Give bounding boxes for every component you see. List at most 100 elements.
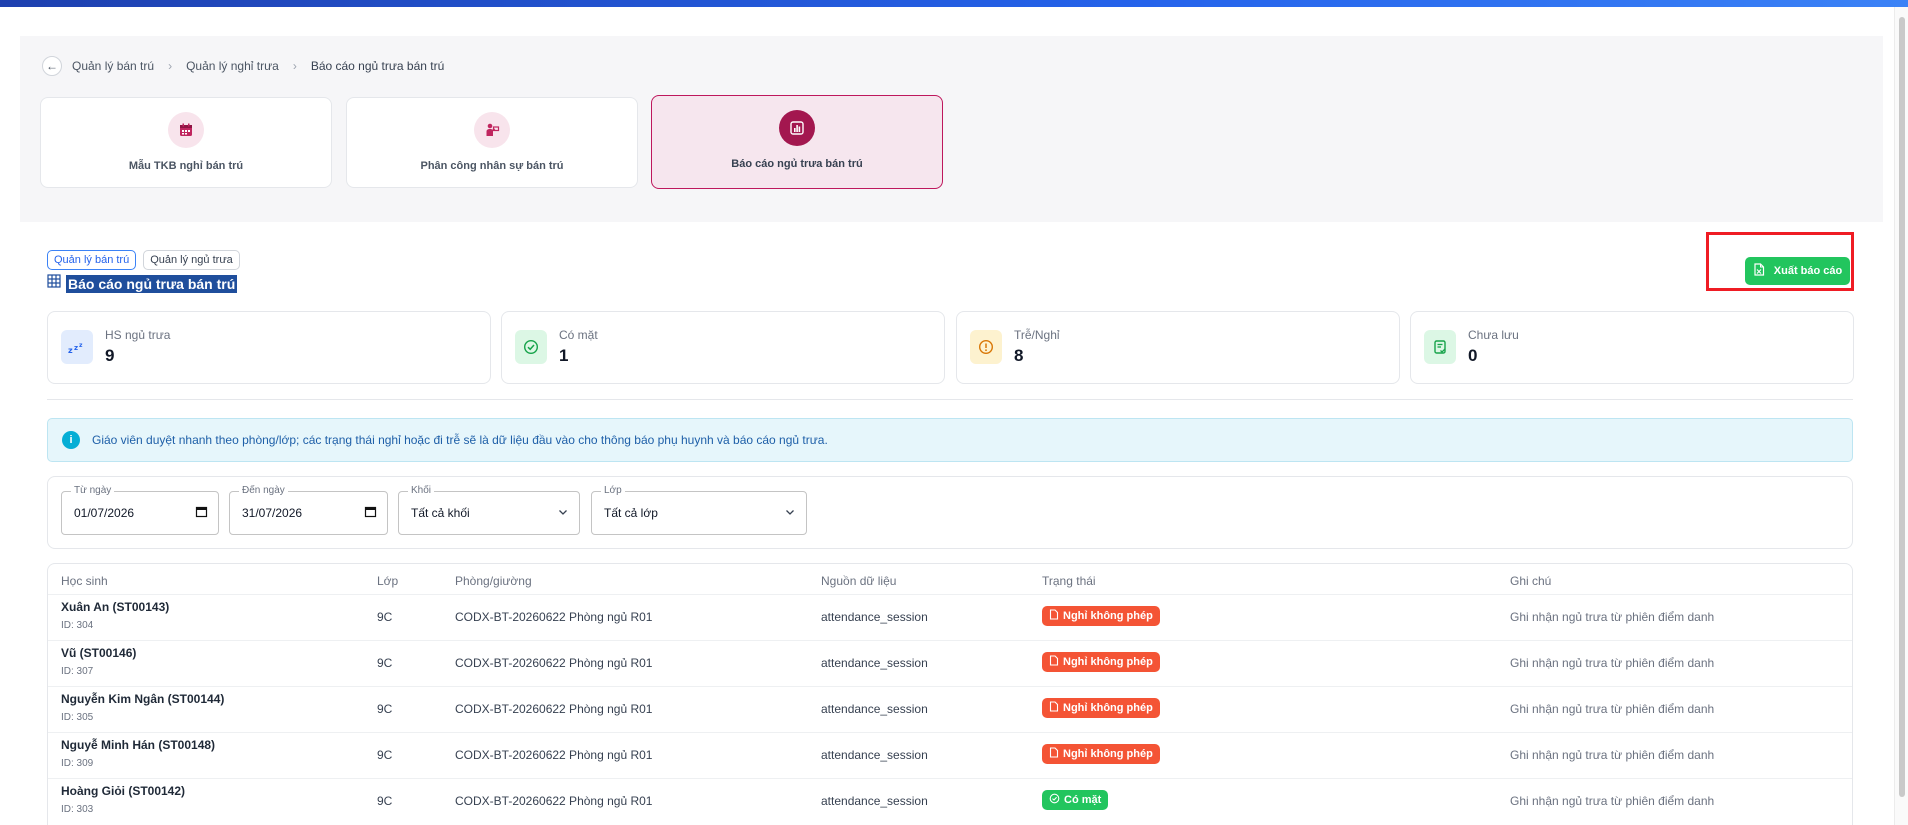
- field-label: Khối: [408, 485, 435, 496]
- room-cell: CODX-BT-20260622 Phòng ngủ R01: [455, 702, 653, 716]
- page-title: Báo cáo ngủ trưa bán trú: [47, 274, 238, 293]
- breadcrumb-item-nap[interactable]: Quản lý nghỉ trưa: [186, 59, 279, 73]
- column-header-student[interactable]: Học sinh: [61, 574, 108, 588]
- top-accent-bar: [0, 0, 1908, 7]
- room-cell: CODX-BT-20260622 Phòng ngủ R01: [455, 794, 653, 808]
- student-id: ID: 304: [61, 620, 94, 631]
- table-row[interactable]: Nguyễn Kim Ngân (ST00144) ID: 305 9C COD…: [48, 686, 1852, 732]
- column-header-note[interactable]: Ghi chú: [1510, 574, 1551, 588]
- source-cell: attendance_session: [821, 656, 928, 670]
- student-name: Hoàng Giỏi (ST00142): [61, 784, 186, 798]
- stat-label: Trễ/Nghỉ: [1014, 328, 1060, 342]
- from-date-field[interactable]: Từ ngày 01/07/2026: [61, 485, 219, 535]
- stat-card-unsaved: Chưa lưu 0: [1410, 311, 1854, 384]
- tab-label: Mẫu TKB nghỉ bán trú: [128, 160, 244, 172]
- scrollbar-thumb[interactable]: [1899, 17, 1905, 797]
- page-scrollbar[interactable]: [1894, 7, 1908, 825]
- svg-text:z: z: [68, 346, 73, 354]
- field-value: 01/07/2026: [74, 506, 135, 520]
- category-tags: Quản lý bán trú Quản lý ngủ trưa: [47, 250, 240, 270]
- stat-label: HS ngủ trưa: [105, 328, 171, 342]
- note-cell: Ghi nhận ngủ trưa từ phiên điểm danh: [1510, 794, 1715, 808]
- stat-card-late-absent: Trễ/Nghỉ 8: [956, 311, 1400, 384]
- source-cell: attendance_session: [821, 748, 928, 762]
- calendar-picker-icon[interactable]: [195, 505, 208, 523]
- note-cell: Ghi nhận ngủ trưa từ phiên điểm danh: [1510, 748, 1715, 762]
- grade-select[interactable]: Khối Tất cả khối: [398, 485, 580, 535]
- nap-report-table: Học sinh Lớp Phòng/giường Nguồn dữ liệu …: [47, 563, 1853, 825]
- status-badge: Nghỉ không phép: [1042, 698, 1160, 718]
- student-id: ID: 307: [61, 666, 94, 677]
- chevron-down-icon: [784, 505, 796, 523]
- tab-nap-report[interactable]: Báo cáo ngủ trưa bán trú: [651, 95, 943, 189]
- status-text: Nghỉ không phép: [1063, 656, 1153, 668]
- class-cell: 9C: [377, 610, 393, 624]
- table-row[interactable]: Xuân An (ST00143) ID: 304 9C CODX-BT-202…: [48, 594, 1852, 640]
- unsaved-doc-icon: [1424, 330, 1456, 364]
- column-header-class[interactable]: Lớp: [377, 574, 398, 588]
- tab-nap-schedule-template[interactable]: Mẫu TKB nghỉ bán trú: [40, 97, 332, 188]
- field-value: 31/07/2026: [242, 506, 303, 520]
- section-divider: [47, 399, 1853, 400]
- student-id: ID: 305: [61, 712, 94, 723]
- student-name: Vũ (ST00146): [61, 646, 137, 660]
- class-cell: 9C: [377, 794, 393, 808]
- field-label: Từ ngày: [71, 485, 115, 496]
- status-text: Có mặt: [1064, 794, 1102, 806]
- tab-label: Báo cáo ngủ trưa bán trú: [731, 158, 863, 170]
- breadcrumb-item-residential[interactable]: Quản lý bán trú: [72, 59, 154, 73]
- student-name: Xuân An (ST00143): [61, 600, 170, 614]
- class-select[interactable]: Lớp Tất cả lớp: [591, 485, 807, 535]
- status-badge: Nghỉ không phép: [1042, 652, 1160, 672]
- class-cell: 9C: [377, 748, 393, 762]
- status-text: Nghỉ không phép: [1063, 610, 1153, 622]
- breadcrumb-item-current: Báo cáo ngủ trưa bán trú: [310, 59, 445, 73]
- stat-value: 9: [105, 346, 115, 365]
- source-cell: attendance_session: [821, 610, 928, 624]
- stat-card-present: Có mặt 1: [501, 311, 945, 384]
- tag-nap-management[interactable]: Quản lý ngủ trưa: [143, 250, 240, 270]
- chevron-right-icon: ›: [168, 59, 173, 73]
- tag-residential[interactable]: Quản lý bán trú: [47, 250, 137, 270]
- column-header-room[interactable]: Phòng/giường: [455, 574, 532, 588]
- chevron-right-icon: ›: [292, 59, 297, 73]
- back-arrow-icon[interactable]: ←: [42, 56, 62, 76]
- info-icon: i: [62, 431, 80, 449]
- class-cell: 9C: [377, 702, 393, 716]
- tab-staff-assignment[interactable]: Phân công nhân sự bán trú: [346, 97, 638, 188]
- chevron-down-icon: [557, 505, 569, 523]
- note-cell: Ghi nhận ngủ trưa từ phiên điểm danh: [1510, 656, 1715, 670]
- column-header-status[interactable]: Trạng thái: [1042, 574, 1096, 588]
- check-circle-icon: [1049, 793, 1060, 807]
- status-text: Nghỉ không phép: [1063, 702, 1153, 714]
- source-cell: attendance_session: [821, 702, 928, 716]
- export-button-label: Xuất báo cáo: [1773, 265, 1843, 277]
- calendar-icon: [168, 112, 204, 148]
- class-cell: 9C: [377, 656, 393, 670]
- document-icon: [1049, 701, 1059, 715]
- status-badge: Nghỉ không phép: [1042, 744, 1160, 764]
- grid-table-icon: [47, 274, 61, 293]
- room-cell: CODX-BT-20260622 Phòng ngủ R01: [455, 656, 653, 670]
- source-cell: attendance_session: [821, 794, 928, 808]
- status-badge: Có mặt: [1042, 790, 1109, 810]
- table-row[interactable]: Hoàng Giỏi (ST00142) ID: 303 9C CODX-BT-…: [48, 778, 1852, 824]
- report-chart-icon: [779, 110, 815, 146]
- table-row[interactable]: Nguyễ Minh Hán (ST00148) ID: 309 9C CODX…: [48, 732, 1852, 778]
- export-report-button[interactable]: Xuất báo cáo: [1745, 257, 1850, 285]
- to-date-field[interactable]: Đến ngày 31/07/2026: [229, 485, 388, 535]
- document-icon: [1049, 747, 1059, 761]
- tab-label: Phân công nhân sự bán trú: [420, 160, 564, 172]
- svg-text:z: z: [79, 342, 83, 349]
- note-cell: Ghi nhận ngủ trưa từ phiên điểm danh: [1510, 702, 1715, 716]
- module-header-panel: ← Quản lý bán trú › Quản lý nghỉ trưa › …: [20, 36, 1883, 222]
- column-header-source[interactable]: Nguồn dữ liệu: [821, 574, 896, 588]
- table-row[interactable]: Vũ (ST00146) ID: 307 9C CODX-BT-20260622…: [48, 640, 1852, 686]
- room-cell: CODX-BT-20260622 Phòng ngủ R01: [455, 748, 653, 762]
- student-name: Nguyễn Kim Ngân (ST00144): [61, 692, 225, 706]
- file-export-icon: [1753, 263, 1765, 279]
- check-circle-icon: [515, 330, 547, 364]
- stat-label: Chưa lưu: [1468, 328, 1519, 342]
- calendar-picker-icon[interactable]: [364, 505, 377, 523]
- student-id: ID: 303: [61, 804, 94, 815]
